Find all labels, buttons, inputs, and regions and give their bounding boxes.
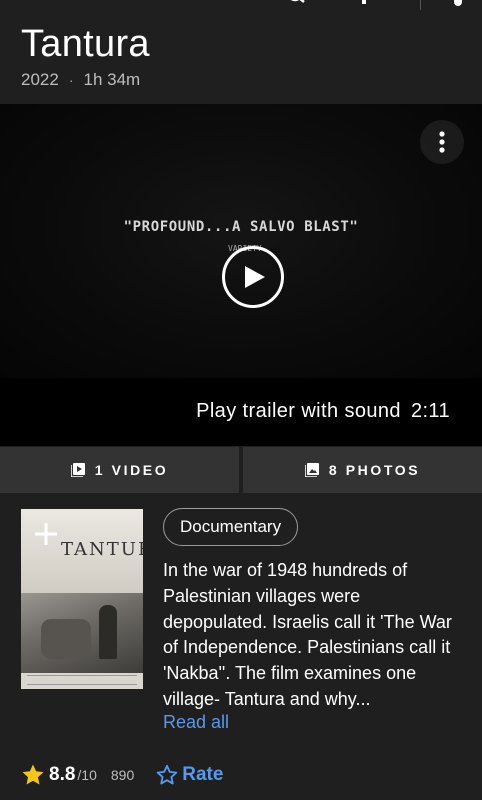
trailer-duration: 2:11 — [410, 400, 450, 422]
play-trailer-text: Play trailer with sound — [196, 400, 401, 422]
rating-count: 890 — [110, 767, 135, 783]
genre-chip[interactable]: Documentary — [163, 508, 299, 546]
rating-score: 8.8 — [49, 764, 76, 785]
more-icon[interactable] — [454, 0, 462, 6]
trailer-video[interactable]: "PROFOUND...A SALVO BLAST" VARIETY — [0, 104, 482, 378]
movie-title: Tantura — [21, 23, 150, 65]
star-icon — [22, 764, 44, 785]
movie-meta: 2022 · 1h 34m — [21, 70, 140, 90]
movie-poster[interactable]: TANTURA — [21, 509, 143, 689]
play-icon — [245, 266, 265, 288]
toolbar-divider — [420, 0, 421, 10]
poster-figure — [99, 605, 117, 659]
photos-button[interactable]: 8 PHOTOS — [243, 447, 482, 493]
media-buttons: 1 VIDEO 8 PHOTOS — [0, 447, 482, 493]
poster-credits — [27, 675, 137, 685]
rate-button[interactable]: Rate — [156, 764, 223, 786]
meta-separator: · — [68, 72, 74, 88]
poster-title-art: TANTURA — [61, 539, 143, 560]
ratings-row: 8.8 /10 890 Rate — [21, 762, 461, 788]
top-app-bar — [0, 0, 482, 12]
photo-library-icon — [304, 463, 319, 477]
release-year[interactable]: 2022 — [21, 70, 59, 90]
trailer-caption-bar[interactable]: Play trailer with sound 2:11 — [0, 378, 482, 446]
play-trailer-label[interactable]: Play trailer with sound 2:11 — [196, 400, 450, 423]
more-vertical-icon — [439, 131, 445, 153]
video-library-icon — [70, 463, 85, 477]
videos-label: 1 VIDEO — [94, 462, 169, 478]
photos-label: 8 PHOTOS — [328, 462, 421, 478]
runtime: 1h 34m — [83, 70, 141, 89]
rating-out-of: /10 — [77, 767, 97, 783]
share-icon[interactable] — [360, 0, 368, 4]
play-button[interactable] — [222, 246, 284, 308]
add-to-watchlist-button[interactable] — [29, 517, 63, 551]
rate-label: Rate — [182, 764, 224, 785]
videos-button[interactable]: 1 VIDEO — [0, 447, 239, 493]
video-options-button[interactable] — [420, 120, 464, 164]
poster-figure-group — [41, 619, 91, 659]
plot-summary: In the war of 1948 hundreds of Palestini… — [163, 560, 452, 709]
plus-icon — [35, 523, 57, 545]
video-frame-quote: "PROFOUND...A SALVO BLAST" — [123, 219, 359, 235]
read-all-link[interactable]: Read all — [163, 712, 229, 733]
star-outline-icon — [156, 764, 178, 785]
search-icon[interactable] — [286, 0, 308, 6]
